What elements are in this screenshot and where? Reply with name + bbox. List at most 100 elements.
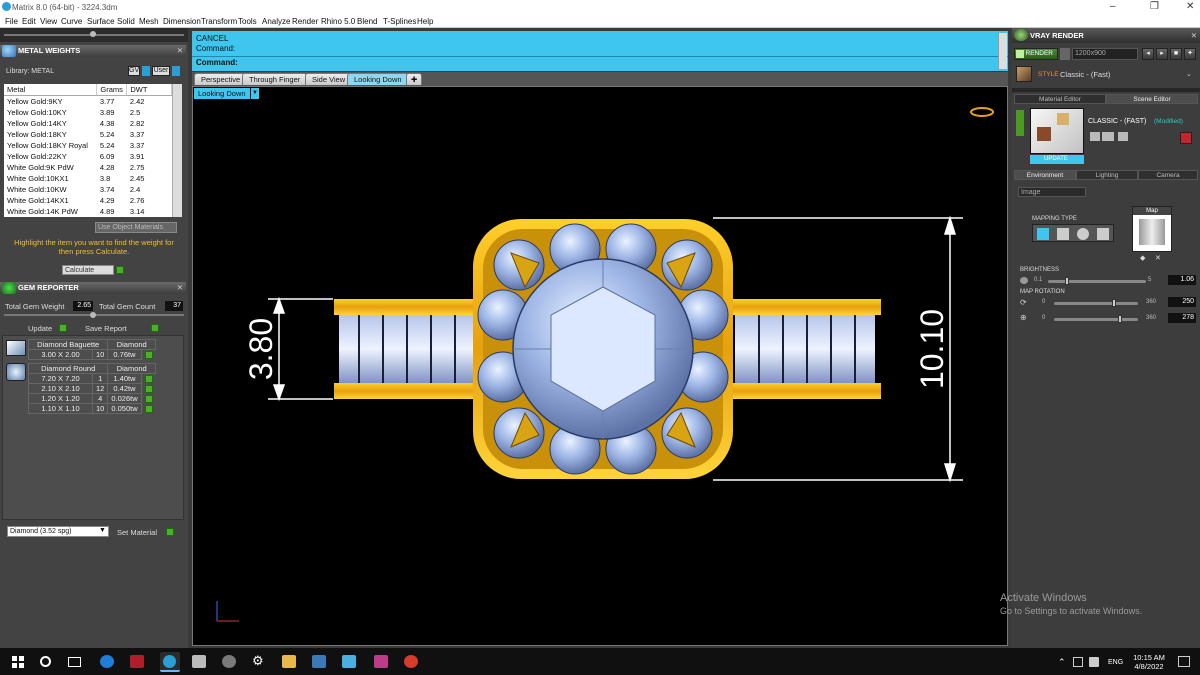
column-header[interactable]: Grams [96,84,128,96]
mapping-dome-icon[interactable] [1077,228,1089,240]
preset-expand-handle[interactable] [1016,110,1024,136]
rotation1-value[interactable]: 250 [1168,297,1196,307]
chevron-down-icon[interactable]: ⌄ [1186,70,1192,78]
close-button[interactable]: ✕ [1186,1,1194,12]
menu-tsplines[interactable]: T-Splines [383,17,416,26]
column-header[interactable]: Metal [4,84,98,96]
command-scrollbar[interactable] [998,33,1007,69]
library-user-button[interactable]: User [152,66,170,76]
mapping-cube-icon[interactable] [1057,228,1069,240]
gem-material-select[interactable]: Diamond (3.52 spg) [7,526,109,537]
gem-group-header[interactable]: Diamond Baguette Diamond [27,339,157,350]
menu-blend[interactable]: Blend [357,17,377,26]
update-button[interactable]: Update [28,324,52,333]
command-input[interactable]: Command: [196,58,238,67]
environment-type-select[interactable]: Image [1018,187,1086,197]
language-indicator[interactable]: ENG [1108,659,1123,666]
brightness-slider[interactable] [1048,277,1146,285]
gem-row[interactable]: 3.00 X 2.00 10 0.76tw [28,349,156,360]
menu-analyze[interactable]: Analyze [262,17,290,26]
gem-divider-handle[interactable] [90,312,96,318]
rotation1-knob[interactable] [1112,299,1116,307]
library-info-icon-2[interactable] [172,66,180,76]
map-clear-icon[interactable]: ✕ [1155,254,1161,262]
table-row[interactable]: Yellow Gold:9KY 3.77 2.42 [4,96,172,108]
settings-icon[interactable]: ✦ [1184,48,1196,60]
gem-row[interactable]: 1.20 X 1.20 4 0.026tw [28,393,156,404]
use-object-materials-checkbox[interactable]: Use Object Materials [95,222,177,233]
menu-curve[interactable]: Curve [61,17,82,26]
metal-table-scrollbar[interactable] [172,84,182,217]
menu-render[interactable]: Render [292,17,318,26]
table-row[interactable]: White Gold:14KX1 4.29 2.76 [4,195,172,206]
file-explorer-icon[interactable] [282,655,296,668]
close-icon[interactable]: ✕ [1191,28,1197,43]
menu-tools[interactable]: Tools [238,17,257,26]
command-area[interactable]: CANCEL Command: Command: [192,31,1008,71]
map-edit-icon[interactable]: ◆ [1140,254,1145,262]
menu-edit[interactable]: Edit [22,17,36,26]
notifications-icon[interactable] [1178,656,1190,667]
ring-thumbnail-icon[interactable] [970,107,994,117]
table-row[interactable]: White Gold:10KW 3.74 2.4 [4,184,172,195]
chevron-down-icon[interactable]: ▼ [99,527,106,534]
menu-transform[interactable]: Transform [201,17,237,26]
app-icon-photos[interactable] [342,655,356,668]
tab-perspective[interactable]: Perspective [194,73,248,85]
previous-icon[interactable]: ◂ [1142,48,1154,60]
search-icon[interactable] [40,656,51,667]
brightness-knob[interactable] [1064,277,1069,285]
tab-looking-down[interactable]: Looking Down [347,73,409,85]
app-icon-red[interactable] [130,655,144,668]
brightness-value[interactable]: 1.06 [1168,275,1196,285]
close-icon[interactable]: ✕ [177,282,183,294]
preset-tools-icon[interactable] [1118,132,1128,141]
tab-camera[interactable]: Camera [1138,170,1198,180]
table-row[interactable]: Yellow Gold:18KY 5.24 3.37 [4,129,172,140]
mapping-spherical-icon[interactable] [1037,228,1049,240]
rotation2-slider[interactable] [1054,315,1138,323]
menu-dimension[interactable]: Dimension [163,17,201,26]
menu-view[interactable]: View [40,17,57,26]
set-material-button[interactable]: Set Material [117,528,157,537]
task-view-icon[interactable] [68,657,81,667]
tab-through-finger[interactable]: Through Finger [242,73,308,85]
rotation2-knob[interactable] [1118,315,1122,323]
calculate-button[interactable] [116,265,124,274]
tab-lighting[interactable]: Lighting [1076,170,1138,180]
save-preset-icon[interactable] [1090,132,1100,141]
gem-row[interactable]: 1.10 X 1.10 10 0.050tw [28,403,156,414]
preset-options-icon[interactable] [1102,132,1114,141]
table-row[interactable]: White Gold:10KX1 3.8 2.45 [4,173,172,184]
tab-side-view[interactable]: Side View [305,73,353,85]
reset-preset-icon[interactable] [1180,132,1192,144]
matrix-app-icon[interactable] [160,652,180,672]
menu-mesh[interactable]: Mesh [139,17,159,26]
calculate-field[interactable]: Calculate [62,265,114,275]
tab-scene-editor[interactable]: Scene Editor [1106,94,1198,104]
column-header[interactable]: DWT [126,84,172,96]
app-icon-pink[interactable] [374,655,388,668]
table-row[interactable]: White Gold:14K PdW 4.89 3.14 [4,206,172,217]
chrome-icon[interactable] [404,655,418,668]
gem-row[interactable]: 2.10 X 2.10 12 0.42tw [28,383,156,394]
save-report-go-icon[interactable] [151,323,159,332]
menu-help[interactable]: Help [417,17,433,26]
rotation1-slider[interactable] [1054,299,1138,307]
update-preset-button[interactable]: UPDATE [1030,155,1084,164]
minimize-button[interactable]: – [1110,1,1116,12]
menu-solid[interactable]: Solid [117,17,135,26]
map-preview[interactable]: Map [1132,206,1172,252]
stop-icon[interactable]: ■ [1170,48,1182,60]
style-dropdown[interactable]: Classic - (Fast) [1060,70,1110,79]
app-icon-globe[interactable] [222,655,236,668]
menu-surface[interactable]: Surface [87,17,115,26]
gem-group-header[interactable]: Diamond Round Diamond [27,363,157,374]
battery-icon[interactable] [1089,657,1099,667]
viewport[interactable]: Looking Down ▼ 3.80 10.10 [192,86,1008,646]
maximize-button[interactable]: ❐ [1150,1,1159,12]
clock[interactable]: 10:15 AM 4/8/2022 [1130,653,1168,671]
table-row[interactable]: Yellow Gold:10KY 3.89 2.5 [4,107,172,118]
collapse-handle[interactable] [90,31,96,37]
gem-row[interactable]: 7.20 X 7.20 1 1.40tw [28,373,156,384]
